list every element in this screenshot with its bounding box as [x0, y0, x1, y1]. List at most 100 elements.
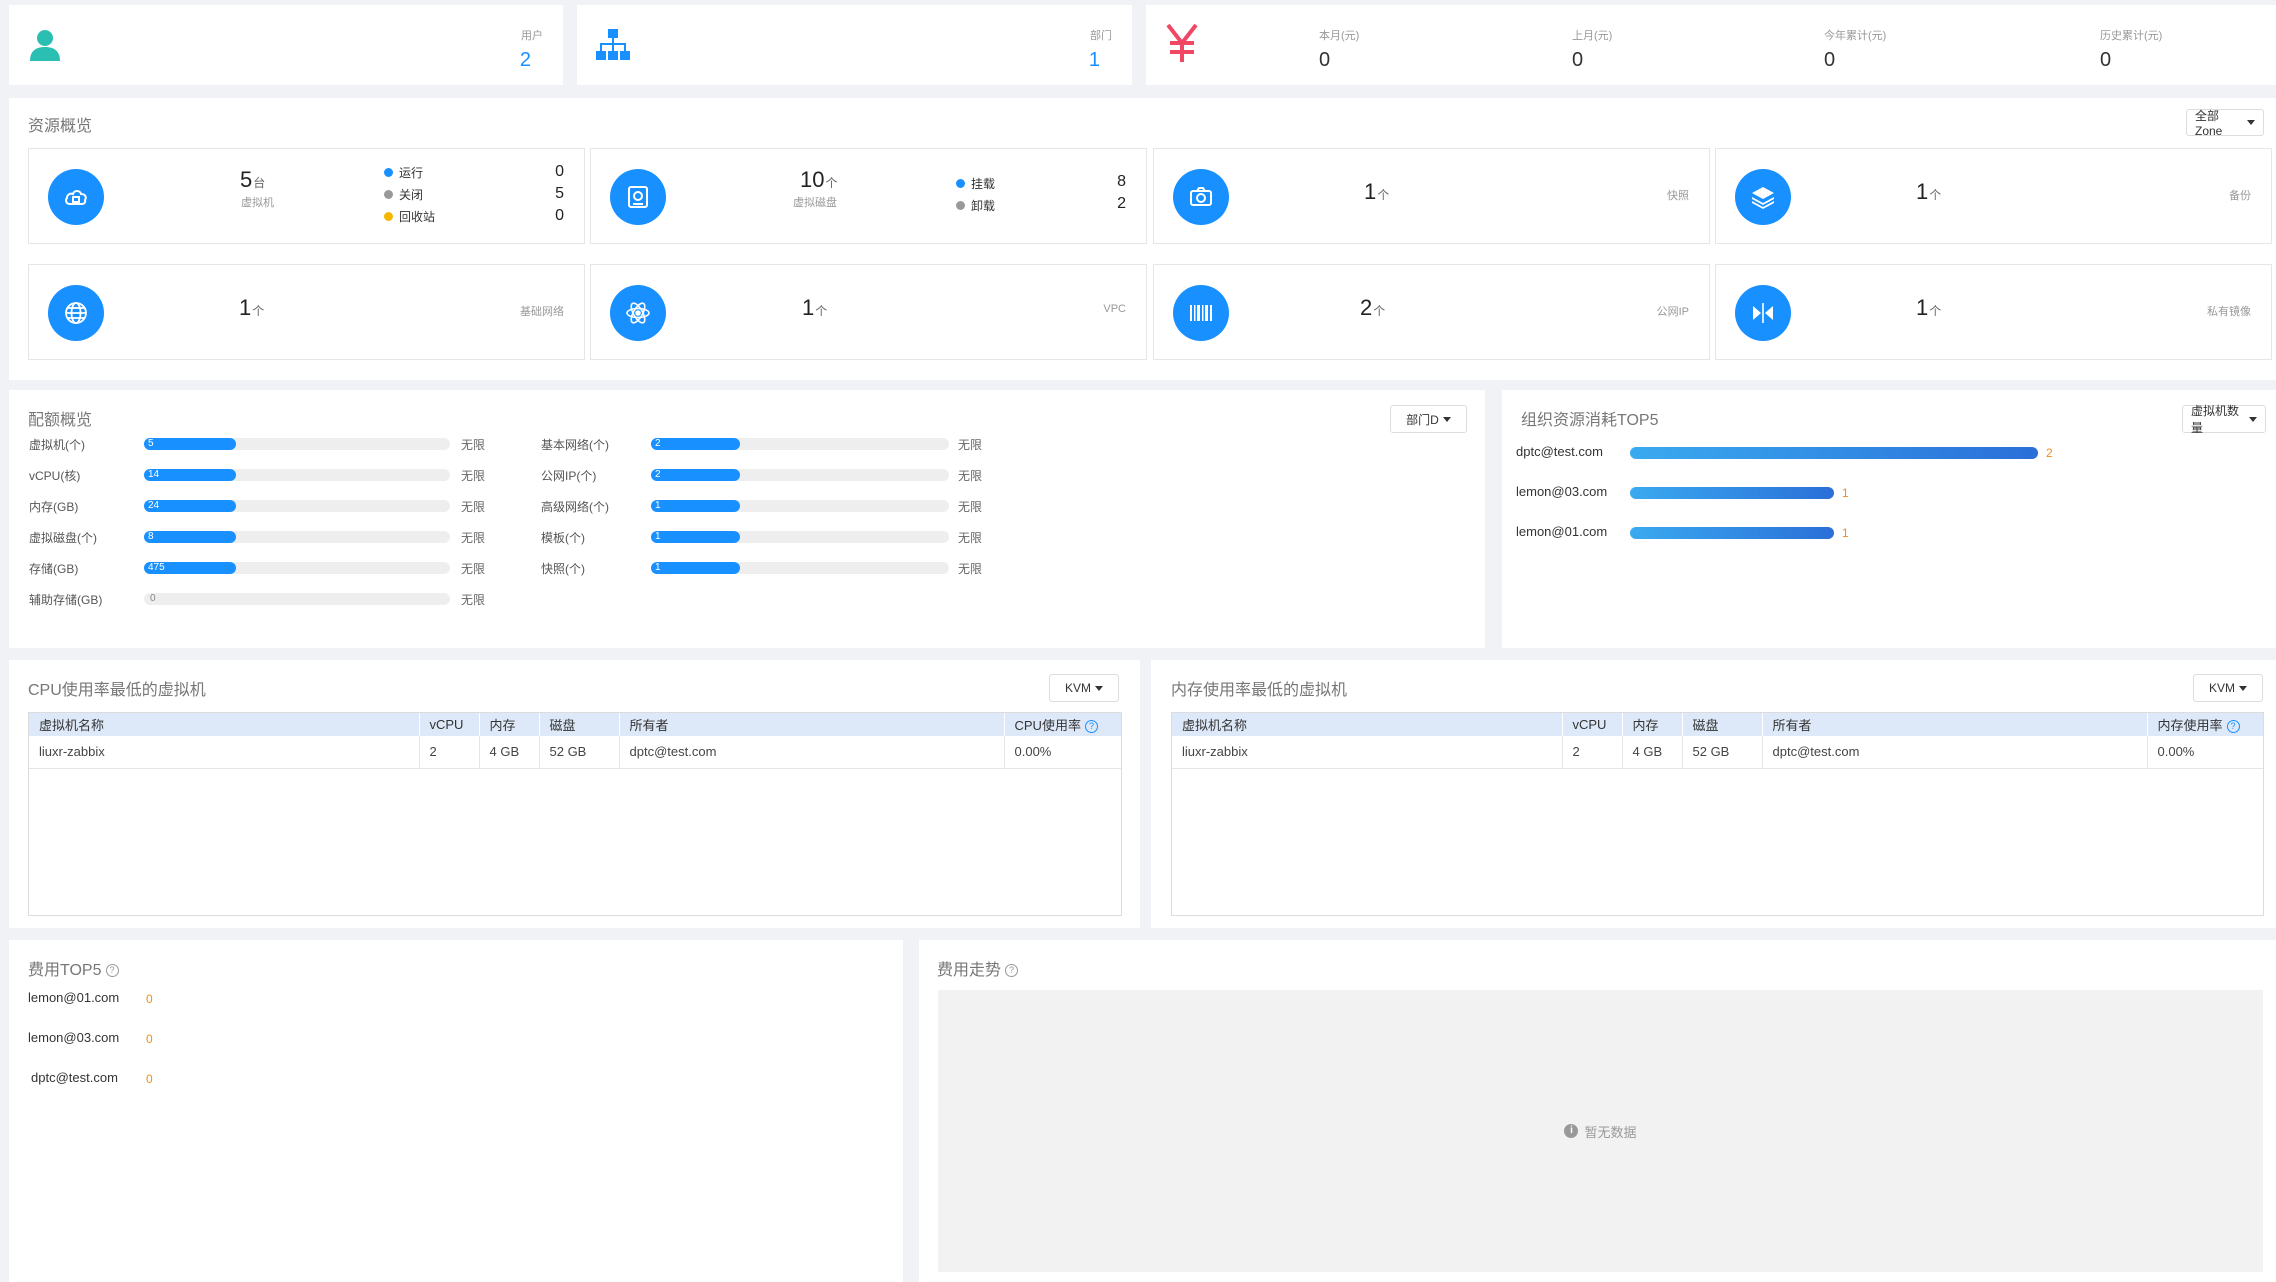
- cost-name[interactable]: lemon@01.com: [28, 990, 119, 1005]
- cpu-hypervisor-select-label: KVM: [1064, 681, 1091, 695]
- department-select[interactable]: 部门D: [1390, 405, 1467, 433]
- cost-name[interactable]: dptc@test.com: [31, 1070, 118, 1085]
- recycle-dot: [384, 212, 393, 222]
- caret-down-icon: [1095, 685, 1103, 691]
- vm-recycle-count: 0: [555, 207, 564, 224]
- disk-attached-count: 8: [1117, 173, 1126, 190]
- org-bar: [1630, 447, 2038, 459]
- org-bar: [1630, 487, 1834, 499]
- layers-icon: [1735, 169, 1791, 225]
- users-count[interactable]: 2: [520, 49, 531, 72]
- column-header[interactable]: 虚拟机名称: [1172, 713, 1562, 736]
- snapshot-resource-card[interactable]: 1个 快照: [1153, 148, 1710, 244]
- help-icon[interactable]: ?: [1005, 964, 1019, 978]
- table-cell: 0.00%: [2146, 736, 2263, 769]
- org-value: 1: [1842, 486, 1849, 500]
- column-header[interactable]: vCPU: [1561, 713, 1622, 736]
- running-label: 运行: [399, 166, 424, 181]
- backup-resource-card[interactable]: 1个 备份: [1715, 148, 2272, 244]
- cpu-hypervisor-select[interactable]: KVM: [1049, 674, 1119, 702]
- vm-count-unit: 台: [253, 176, 266, 190]
- table-row[interactable]: liuxr-zabbix 2 4 GB 52 GB dptc@test.com 0.00%: [29, 736, 1121, 769]
- departments-stat-card: 部门 1: [577, 5, 1132, 85]
- quota-limit: 无限: [958, 469, 983, 483]
- cost-value: 0: [146, 992, 153, 1006]
- org-metric-select[interactable]: 虚拟机数量: [2182, 404, 2266, 435]
- public-ip-resource-card[interactable]: 2个 公网IP: [1153, 264, 1710, 360]
- quota-limit: 无限: [461, 469, 486, 483]
- cost-year-total-label: 今年累计(元): [1824, 30, 1887, 42]
- attached-dot: [956, 179, 965, 189]
- quota-label: 快照(个): [541, 562, 585, 576]
- quota-limit: 无限: [461, 593, 486, 607]
- atom-icon: [610, 285, 666, 341]
- column-header[interactable]: 磁盘: [1681, 713, 1762, 736]
- vm-count: 5台: [240, 167, 265, 193]
- column-header[interactable]: vCPU: [418, 713, 479, 736]
- snapshot-count: 1个: [1364, 179, 1389, 205]
- caret-down-icon: [2249, 416, 2257, 422]
- disk-resource-card[interactable]: 10个 虚拟磁盘 挂载 卸载 8 2: [590, 148, 1147, 244]
- vpc-resource-card[interactable]: 1个 VPC: [590, 264, 1147, 360]
- quota-fill: 24: [144, 500, 236, 512]
- org-name[interactable]: lemon@03.com: [1516, 484, 1607, 499]
- quota-label: 内存(GB): [29, 500, 79, 514]
- org-name[interactable]: lemon@01.com: [1516, 524, 1607, 539]
- column-header[interactable]: 磁盘: [538, 713, 619, 736]
- org-name[interactable]: dptc@test.com: [1516, 444, 1603, 459]
- barcode-icon: [1173, 285, 1229, 341]
- quota-label: 虚拟磁盘(个): [29, 531, 97, 545]
- column-header[interactable]: CPU使用率?: [1003, 713, 1121, 736]
- zone-select[interactable]: 全部Zone: [2186, 109, 2264, 138]
- cpu-low-title: CPU使用率最低的虚拟机: [28, 682, 206, 699]
- column-header[interactable]: 所有者: [1761, 713, 2147, 736]
- help-icon[interactable]: ?: [1084, 720, 1098, 734]
- cost-last-month-label: 上月(元): [1572, 30, 1613, 42]
- column-header[interactable]: 虚拟机名称: [29, 713, 419, 736]
- help-icon[interactable]: ?: [105, 964, 119, 978]
- network-count-number: 1: [239, 295, 252, 320]
- private-image-resource-card[interactable]: 1个 私有镜像: [1715, 264, 2272, 360]
- private-image-count-unit: 个: [1929, 304, 1942, 318]
- mem-hypervisor-select[interactable]: KVM: [2193, 674, 2263, 702]
- cpu-low-panel: CPU使用率最低的虚拟机 KVM 虚拟机名称 vCPU 内存 磁盘 所有者 CPU使用率?…: [9, 660, 1140, 928]
- mem-low-table: 虚拟机名称 vCPU 内存 磁盘 所有者 内存使用率? liuxr-zabbix 2 4 GB 5…: [1172, 713, 2263, 769]
- disk-count-unit: 个: [825, 176, 838, 190]
- vm-count-number: 5: [240, 167, 253, 192]
- vm-legend-recycle: 回收站: [384, 208, 435, 225]
- vm-name-link[interactable]: liuxr-zabbix: [29, 736, 419, 769]
- column-header[interactable]: 内存使用率?: [2146, 713, 2263, 736]
- vm-resource-card[interactable]: 5台 虚拟机 运行 关闭 回收站 0 5 0: [28, 148, 585, 244]
- zone-select-label: 全部Zone: [2195, 109, 2223, 138]
- column-header[interactable]: 所有者: [618, 713, 1004, 736]
- table-cell: 52 GB: [538, 736, 619, 769]
- help-icon[interactable]: ?: [2226, 720, 2240, 734]
- table-cell: 52 GB: [1681, 736, 1762, 769]
- quota-limit: 无限: [958, 531, 983, 545]
- cost-trend-panel: 费用走势? i 暂无数据: [919, 940, 2276, 1282]
- quota-limit: 无限: [461, 500, 486, 514]
- org-top5-title: 组织资源消耗TOP5: [1521, 412, 1659, 429]
- column-header[interactable]: 内存: [1621, 713, 1682, 736]
- column-header[interactable]: 内存: [478, 713, 539, 736]
- org-chart-icon: [595, 27, 631, 66]
- public-ip-label: 公网IP: [1656, 306, 1689, 318]
- caret-down-icon: [1442, 416, 1451, 422]
- cost-this-month-value: 0: [1319, 49, 1331, 71]
- quota-limit: 无限: [958, 562, 983, 576]
- column-header-label: CPU使用率: [1014, 718, 1081, 733]
- private-image-label: 私有镜像: [2207, 306, 2251, 318]
- table-row[interactable]: liuxr-zabbix 2 4 GB 52 GB dptc@test.com 0.00%: [1172, 736, 2263, 769]
- mem-hypervisor-select-label: KVM: [2208, 681, 2235, 695]
- vm-name-link[interactable]: liuxr-zabbix: [1172, 736, 1562, 769]
- table-cell: 0.00%: [1003, 736, 1121, 769]
- backup-count: 1个: [1916, 179, 1941, 205]
- table-cell: 4 GB: [478, 736, 539, 769]
- quota-label: vCPU(核): [29, 469, 81, 483]
- departments-count[interactable]: 1: [1089, 49, 1100, 72]
- quota-limit: 无限: [461, 562, 486, 576]
- quota-limit: 无限: [461, 531, 486, 545]
- quota-fill: 2: [651, 469, 741, 481]
- network-resource-card[interactable]: 1个 基础网络: [28, 264, 585, 360]
- cost-name[interactable]: lemon@03.com: [28, 1030, 119, 1045]
